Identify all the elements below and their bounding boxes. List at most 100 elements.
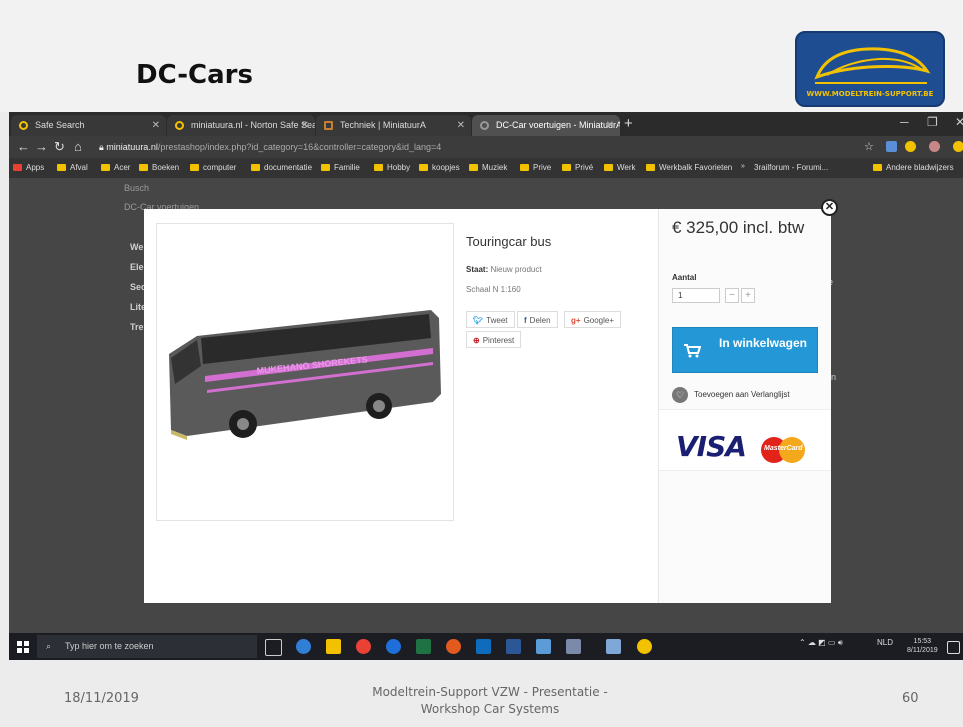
bookmark-folder[interactable]: Hobby xyxy=(374,161,410,175)
bookmark-apps[interactable]: Apps xyxy=(13,161,44,175)
menu-icon[interactable] xyxy=(953,141,963,152)
quantity-plus-button[interactable]: + xyxy=(741,288,755,303)
minimize-icon[interactable]: ─ xyxy=(900,115,909,129)
product-image[interactable]: MUKEHANO SHOREKETS xyxy=(156,223,454,521)
bookmark-folder[interactable]: koopjes xyxy=(419,161,460,175)
back-icon[interactable]: ← xyxy=(17,138,30,156)
folder-icon xyxy=(190,164,199,171)
taskbar-clock[interactable]: 15:53 8/11/2019 xyxy=(907,637,938,655)
bookmark-folder[interactable]: Prive xyxy=(520,161,551,175)
bookmark-folder[interactable]: documentatie xyxy=(251,161,312,175)
bookmark-forum[interactable]: » 3railforum - Forumi... xyxy=(741,161,828,175)
tweet-button[interactable]: 🐦︎ Tweet xyxy=(466,311,515,328)
bookmark-folder[interactable]: computer xyxy=(190,161,236,175)
tab-norton-search[interactable]: miniatuura.nl - Norton Safe Sear ✕ xyxy=(167,115,315,136)
taskbar-search-input[interactable]: ⌕ Typ hier om te zoeken xyxy=(37,635,257,658)
condition-value: Nieuw product xyxy=(490,265,542,274)
google-plus-button[interactable]: g+ Google+ xyxy=(564,311,622,328)
pinterest-icon: ⊕ xyxy=(473,336,480,345)
forward-icon[interactable]: → xyxy=(35,138,48,156)
url-host: miniatuura.nl xyxy=(106,142,158,152)
app-icon[interactable] xyxy=(566,639,581,654)
bookmarks-bar: Apps Afval Acer Boeken computer document… xyxy=(9,158,963,178)
product-name: Touringcar bus xyxy=(466,234,552,249)
bus-image: MUKEHANO SHOREKETS xyxy=(169,310,441,440)
maximize-icon[interactable]: ❐ xyxy=(927,115,938,129)
tab-techniek[interactable]: Techniek | MiniatuurA ✕ xyxy=(316,115,471,136)
windows-icon[interactable] xyxy=(17,641,29,653)
excel-icon[interactable] xyxy=(416,639,431,654)
heart-icon: ♡ xyxy=(672,387,688,403)
app-icon[interactable] xyxy=(637,639,652,654)
folder-icon xyxy=(520,164,529,171)
bg-menu-item: Busch xyxy=(124,183,150,193)
share-facebook-button[interactable]: f Delen xyxy=(517,311,558,328)
apps-grid-icon xyxy=(13,164,22,171)
internet-explorer-icon[interactable] xyxy=(386,639,401,654)
bookmark-folder[interactable]: Werk xyxy=(604,161,636,175)
buy-box: € 325,00 incl. btw Aantal 1 − + In winke… xyxy=(658,209,831,603)
bookmark-folder[interactable]: Werkbalk Favorieten xyxy=(646,161,732,175)
home-icon[interactable]: ⌂ xyxy=(74,138,82,156)
train-logo-icon xyxy=(814,47,931,84)
profile-avatar-icon[interactable] xyxy=(929,141,940,152)
folder-icon xyxy=(604,164,613,171)
close-icon[interactable]: ✕ xyxy=(457,115,465,136)
google-plus-icon: g+ xyxy=(571,316,581,325)
product-price: € 325,00 incl. btw xyxy=(672,218,805,237)
system-tray-icons[interactable]: ⌃ ☁ ◩ ▭ 🔊︎ xyxy=(799,638,843,648)
bookmark-folder[interactable]: Afval xyxy=(57,161,88,175)
extension-icon[interactable] xyxy=(886,141,897,152)
wishlist-link[interactable]: ♡ Toevoegen aan Verlanglijst xyxy=(672,387,790,403)
product-scale: Schaal N 1:160 xyxy=(466,285,521,294)
bookmark-other[interactable]: Andere bladwijzers xyxy=(873,161,954,175)
url-path: /prestashop/index.php?id_category=16&con… xyxy=(157,142,442,152)
condition-label: Staat: xyxy=(466,265,489,274)
notifications-icon[interactable] xyxy=(947,641,960,654)
edge-icon[interactable] xyxy=(296,639,311,654)
file-explorer-icon[interactable] xyxy=(326,639,341,654)
url-field[interactable]: 🔒︎ miniatuura.nl/prestashop/index.php?id… xyxy=(99,139,441,155)
search-icon: ⌕ xyxy=(46,641,52,651)
folder-icon xyxy=(101,164,110,171)
quantity-minus-button[interactable]: − xyxy=(725,288,739,303)
norton-extension-icon[interactable] xyxy=(905,141,916,152)
footer-text-line2: Workshop Car Systems xyxy=(420,702,560,716)
word-icon[interactable] xyxy=(506,639,521,654)
tab-label: miniatuura.nl - Norton Safe Sear xyxy=(191,120,315,130)
task-view-icon[interactable] xyxy=(265,639,282,656)
close-icon[interactable]: ✕ xyxy=(152,115,160,136)
bookmark-folder[interactable]: Familie xyxy=(321,161,360,175)
add-to-cart-button[interactable]: In winkelwagen xyxy=(672,327,818,373)
quantity-input[interactable]: 1 xyxy=(672,288,720,303)
chrome-icon[interactable] xyxy=(356,639,371,654)
cart-icon xyxy=(684,344,701,358)
language-indicator[interactable]: NLD xyxy=(877,638,893,647)
new-tab-button[interactable]: + xyxy=(624,115,633,133)
bookmark-folder[interactable]: Privé xyxy=(562,161,593,175)
tab-safe-search[interactable]: Safe Search ✕ xyxy=(11,115,166,136)
windows-taskbar: ⌕ Typ hier om te zoeken ⌃ ☁ ◩ ▭ 🔊︎ NLD 1… xyxy=(9,633,963,660)
bookmark-folder[interactable]: Muziek xyxy=(469,161,507,175)
pinterest-button[interactable]: ⊕ Pinterest xyxy=(466,331,522,348)
bookmark-folder[interactable]: Acer xyxy=(101,161,130,175)
slide-title: DC-Cars xyxy=(136,60,253,90)
close-icon[interactable]: ✕ xyxy=(606,115,614,136)
logo-url-text: WWW.MODELTREIN-SUPPORT.BE xyxy=(806,90,934,98)
tab-dc-car[interactable]: DC-Car voertuigen - MiniatuurA ✕ xyxy=(472,115,620,136)
folder-icon xyxy=(469,164,478,171)
reload-icon[interactable]: ↻ xyxy=(54,138,65,156)
star-icon[interactable]: ☆ xyxy=(864,138,874,156)
product-condition: Staat: Nieuw product xyxy=(466,265,542,274)
close-icon[interactable]: ✕ xyxy=(301,115,309,136)
app-icon[interactable] xyxy=(606,639,621,654)
tab-bar: Safe Search ✕ miniatuura.nl - Norton Saf… xyxy=(9,112,963,136)
outlook-icon[interactable] xyxy=(476,639,491,654)
folder-icon xyxy=(419,164,428,171)
bookmark-folder[interactable]: Boeken xyxy=(139,161,179,175)
calculator-icon[interactable] xyxy=(536,639,551,654)
close-icon[interactable]: ✕ xyxy=(821,199,838,216)
window-close-icon[interactable]: ✕ xyxy=(955,115,963,129)
app-icon[interactable] xyxy=(446,639,461,654)
product-quickview-modal: MUKEHANO SHOREKETS Touringcar bus Staat:… xyxy=(144,209,831,603)
